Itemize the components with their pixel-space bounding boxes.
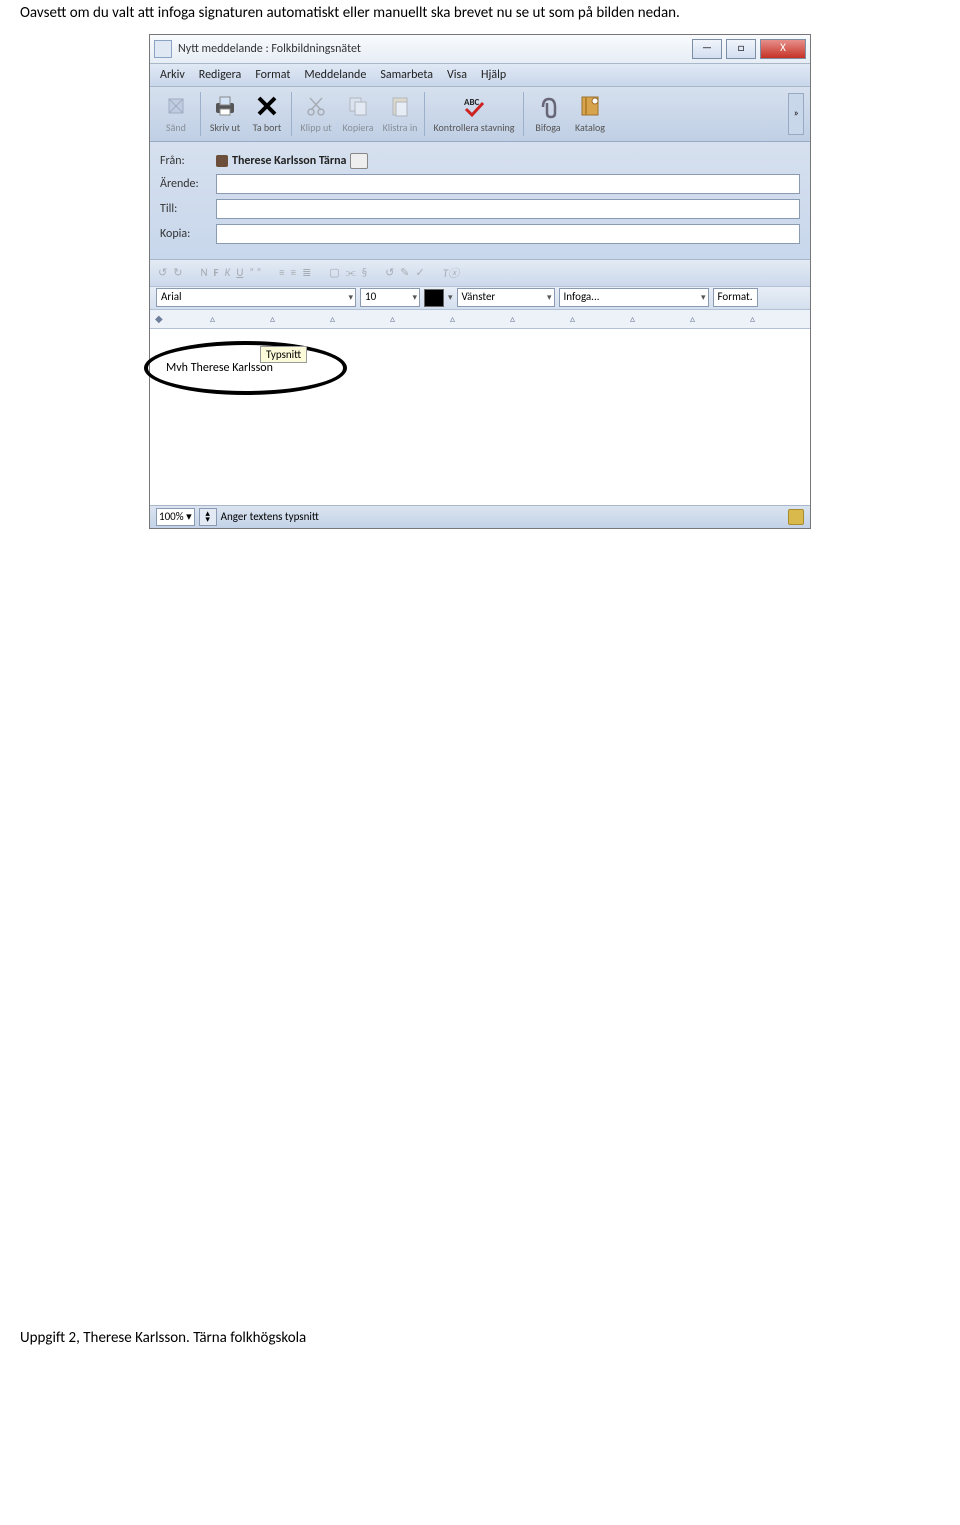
ruler-left-marker[interactable]: ◆ — [155, 312, 163, 325]
intro-text: Oavsett om du valt att infoga signaturen… — [20, 4, 940, 24]
menu-samarbeta[interactable]: Samarbeta — [380, 68, 433, 82]
cc-label: Kopia: — [160, 227, 216, 241]
align-select[interactable]: Vänster — [457, 288, 555, 307]
ruler: ◆ ▵ ▵ ▵ ▵ ▵ ▵ ▵ ▵ ▵ ▵ — [150, 310, 810, 329]
list-icon[interactable]: ≣ — [302, 266, 311, 279]
camera-icon[interactable] — [350, 153, 368, 169]
font-tooltip: Typsnitt — [260, 346, 307, 363]
catalog-button[interactable]: Katalog — [570, 93, 610, 134]
print-button[interactable]: Skriv ut — [205, 93, 245, 134]
italic-icon[interactable]: K — [225, 266, 231, 279]
subject-label: Ärende: — [160, 177, 216, 191]
size-select[interactable]: 10 — [360, 288, 420, 307]
attach-button[interactable]: Bifoga — [528, 93, 568, 134]
delete-icon — [254, 93, 280, 119]
symbol-icon[interactable]: § — [362, 266, 367, 279]
menu-redigera[interactable]: Redigera — [199, 68, 242, 82]
indent-right-icon[interactable]: ≡ — [291, 266, 296, 279]
indent-left-icon[interactable]: ≡ — [279, 266, 284, 279]
maximize-button[interactable]: □ — [726, 39, 756, 59]
send-button[interactable]: Sänd — [156, 93, 196, 134]
cc-input[interactable] — [216, 224, 800, 244]
link-icon[interactable]: ⫘ — [346, 266, 356, 280]
normal-icon[interactable]: N — [200, 266, 207, 279]
paperclip-icon — [535, 93, 561, 119]
spell-icon[interactable]: ↺ — [385, 266, 394, 279]
bold-icon[interactable]: F — [214, 266, 219, 279]
person-icon — [216, 155, 228, 167]
zoom-spinner[interactable]: ▴▾ — [199, 508, 217, 526]
spellcheck-button[interactable]: ABC Kontrollera stavning — [429, 93, 519, 134]
toolbar: Sänd Skriv ut Ta bort Klipp ut — [150, 87, 810, 142]
scissors-icon — [303, 93, 329, 119]
font-select[interactable]: Arial — [156, 288, 356, 307]
paste-button[interactable]: Klistra in — [380, 93, 420, 134]
subject-input[interactable] — [216, 174, 800, 194]
signature-text: Mvh Therese Karlsson — [166, 361, 273, 375]
send-icon — [163, 93, 189, 119]
menubar: Arkiv Redigera Format Meddelande Samarbe… — [150, 64, 810, 87]
copy-button[interactable]: Kopiera — [338, 93, 378, 134]
menu-arkiv[interactable]: Arkiv — [160, 68, 185, 82]
catalog-icon — [577, 93, 603, 119]
to-label: Till: — [160, 202, 216, 216]
from-value: Therese Karlsson Tärna — [216, 153, 368, 169]
delete-button[interactable]: Ta bort — [247, 93, 287, 134]
wand-icon[interactable]: ✓ — [416, 266, 425, 279]
paste-icon — [387, 93, 413, 119]
to-input[interactable] — [216, 199, 800, 219]
undo-icon[interactable]: ↺ — [158, 266, 167, 279]
svg-text:ABC: ABC — [464, 97, 479, 108]
editor-body[interactable]: Mvh Therese Karlsson — [150, 329, 810, 505]
lock-icon — [788, 509, 804, 525]
format-toolbar: ↺ ↻ N F K U ” ” ≡ ≡ ≣ ▢ ⫘ § ↺ ✎ ✓ Tⓧ — [150, 260, 810, 287]
footer-text: Uppgift 2, Therese Karlsson. Tärna folkh… — [20, 1329, 940, 1347]
menu-meddelande[interactable]: Meddelande — [304, 68, 366, 82]
redo-icon[interactable]: ↻ — [173, 266, 182, 279]
toolbar-overflow[interactable]: » — [788, 93, 804, 135]
spellcheck-icon: ABC — [461, 93, 487, 119]
brush-icon[interactable]: ✎ — [400, 266, 409, 279]
from-label: Från: — [160, 154, 216, 168]
format-button[interactable]: Format. — [713, 288, 758, 307]
window-title: Nytt meddelande : Folkbildningsnätet — [178, 42, 361, 56]
status-bar: 100% ▾ ▴▾ Anger textens typsnitt — [150, 505, 810, 528]
menu-hjalp[interactable]: Hjälp — [481, 68, 506, 82]
clear-icon[interactable]: Tⓧ — [443, 265, 459, 281]
underline-icon[interactable]: U — [236, 266, 243, 279]
insert-select[interactable]: Infoga... — [559, 288, 709, 307]
color-dropdown-icon[interactable]: ▾ — [448, 292, 453, 303]
status-text: Anger textens typsnitt — [221, 510, 319, 523]
app-icon — [154, 40, 172, 58]
quote-icon[interactable]: ” ” — [249, 266, 261, 279]
menu-visa[interactable]: Visa — [447, 68, 467, 82]
image-icon[interactable]: ▢ — [329, 266, 339, 279]
menu-format[interactable]: Format — [255, 68, 290, 82]
font-toolbar: Arial 10 ▾ Vänster Infoga... Format. — [150, 287, 810, 310]
close-button[interactable]: X — [760, 39, 806, 59]
email-window: Nytt meddelande : Folkbildningsnätet — □… — [149, 34, 811, 529]
zoom-combo[interactable]: 100% ▾ — [156, 508, 195, 526]
titlebar: Nytt meddelande : Folkbildningsnätet — □… — [150, 35, 810, 64]
printer-icon — [212, 93, 238, 119]
minimize-button[interactable]: — — [692, 39, 722, 59]
header-fields: Från: Therese Karlsson Tärna Ärende: Til… — [150, 142, 810, 260]
cut-button[interactable]: Klipp ut — [296, 93, 336, 134]
copy-icon — [345, 93, 371, 119]
color-select[interactable] — [424, 289, 444, 307]
